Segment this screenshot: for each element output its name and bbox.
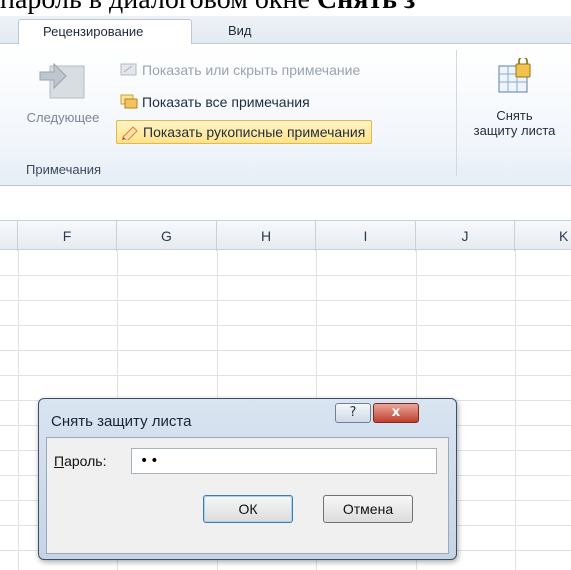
- password-label: Пароль:: [54, 453, 106, 469]
- next-comment-icon: [38, 56, 88, 106]
- ink-comment-icon: [121, 124, 139, 142]
- column-header-stub: [0, 221, 18, 251]
- column-header-i[interactable]: I: [316, 221, 416, 251]
- grid-line: [18, 250, 19, 570]
- cancel-button[interactable]: Отмена: [323, 495, 413, 523]
- tab-view[interactable]: Вид: [218, 19, 262, 45]
- column-header-g[interactable]: G: [117, 221, 217, 251]
- comments-stack-icon: [120, 94, 138, 110]
- dialog-body: Пароль: •• ОК Отмена: [46, 437, 449, 554]
- grid-line: [0, 300, 571, 301]
- page: пароль в диалоговом окне Снять з Рецензи…: [0, 0, 571, 570]
- comment-toggle-icon: [120, 62, 138, 78]
- next-comment-button[interactable]: Следующее: [12, 52, 114, 125]
- ribbon-body: Следующее Показать или скрыть примечание…: [0, 44, 571, 186]
- unprotect-sheet-dialog: Снять защиту листа ? x Пароль: •• ОК Отм…: [38, 398, 457, 560]
- show-ink-comments-label: Показать рукописные примечания: [143, 124, 366, 140]
- grid-line: [0, 275, 571, 276]
- grid-line: [0, 325, 571, 326]
- column-header-h[interactable]: H: [217, 221, 316, 251]
- comments-group-label: Примечания: [26, 162, 102, 177]
- column-header-k[interactable]: K: [515, 221, 571, 251]
- document-text-bold: Снять з: [317, 0, 415, 15]
- show-hide-comment-label: Показать или скрыть примечание: [142, 62, 361, 78]
- show-all-comments-button[interactable]: Показать все примечания: [116, 90, 310, 114]
- column-headers: F G H I J K: [0, 220, 571, 251]
- next-comment-label: Следующее: [26, 110, 100, 125]
- tab-review[interactable]: Рецензирование: [18, 19, 192, 45]
- column-header-j[interactable]: J: [416, 221, 515, 251]
- group-divider: [456, 50, 457, 176]
- column-header-f[interactable]: F: [18, 221, 117, 251]
- close-button[interactable]: x: [373, 403, 419, 423]
- password-label-text: ароль:: [64, 453, 107, 469]
- dialog-title: Снять защиту листа: [51, 413, 192, 430]
- ribbon-sheet-gap: [0, 187, 571, 220]
- unprotect-label-line1: Снять: [496, 108, 533, 123]
- show-all-comments-label: Показать все примечания: [142, 94, 310, 110]
- document-text-prefix: пароль в диалоговом окне: [0, 0, 317, 15]
- unprotect-label-line2: защиту листа: [473, 123, 556, 138]
- sheet-lock-icon: [497, 56, 533, 98]
- grid-line: [515, 250, 516, 570]
- ribbon-tab-bar: Рецензирование Вид: [0, 16, 571, 45]
- ok-button[interactable]: ОК: [203, 495, 293, 523]
- show-hide-comment-button[interactable]: Показать или скрыть примечание: [116, 58, 360, 82]
- grid-line: [0, 350, 571, 351]
- grid-line: [0, 375, 571, 376]
- password-input[interactable]: ••: [131, 448, 437, 474]
- unprotect-sheet-button[interactable]: Снять защиту листа: [458, 56, 571, 138]
- help-button[interactable]: ?: [335, 403, 371, 423]
- show-ink-comments-button[interactable]: Показать рукописные примечания: [116, 120, 373, 144]
- password-label-accesskey: П: [54, 453, 65, 469]
